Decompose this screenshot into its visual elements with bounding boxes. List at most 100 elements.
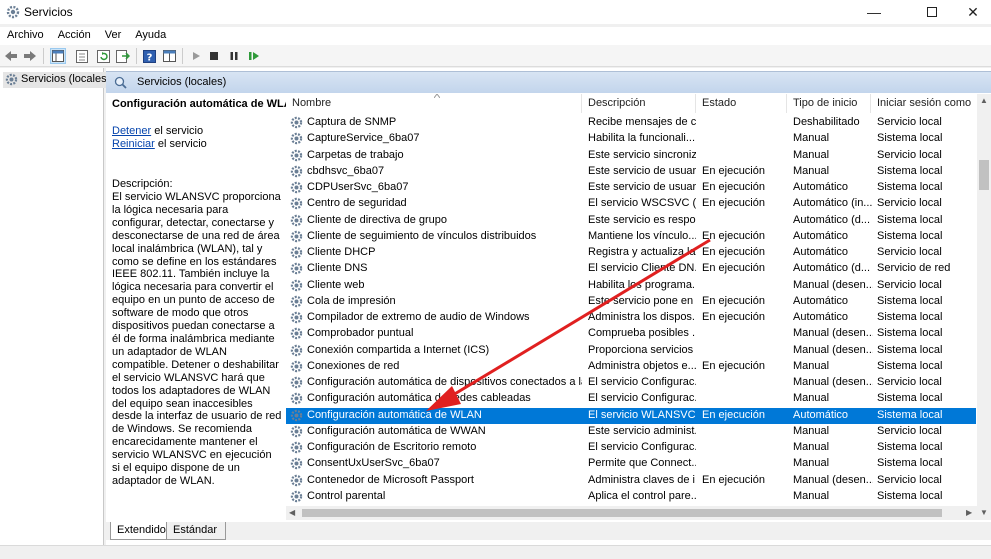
back-arrow-icon bbox=[5, 51, 17, 61]
service-row[interactable]: Contenedor de Microsoft Passport Administ… bbox=[286, 473, 976, 489]
column-header-state[interactable]: Estado bbox=[696, 94, 787, 113]
view-pane-icon bbox=[162, 50, 176, 62]
restart-service-link[interactable]: Reiniciar bbox=[112, 138, 155, 150]
service-row[interactable]: Conexión compartida a Internet (ICS) Prop… bbox=[286, 343, 976, 359]
service-details-pane: Configuración automática de WLAN Detener… bbox=[106, 94, 300, 520]
service-row[interactable]: Configuración de Escritorio remoto El ser… bbox=[286, 440, 976, 456]
restart-icon bbox=[249, 52, 259, 60]
service-name: Configuración automática de WWAN bbox=[307, 424, 486, 437]
service-row[interactable]: ConsentUxUserSvc_6ba07 Permite que Connec… bbox=[286, 456, 976, 472]
service-description: Mantiene los vínculo... bbox=[588, 229, 696, 242]
horizontal-scroll-thumb[interactable] bbox=[302, 509, 942, 517]
service-row[interactable]: Captura de SNMP Recibe mensajes de c... De… bbox=[286, 115, 976, 131]
service-state: En ejecución bbox=[702, 294, 765, 307]
properties-icon bbox=[76, 49, 88, 63]
service-row[interactable]: Conexiones de red Administra objetos e...… bbox=[286, 359, 976, 375]
service-gear-icon bbox=[290, 360, 303, 372]
close-button[interactable]: ✕ bbox=[950, 0, 991, 24]
tab-estandar[interactable]: Estándar bbox=[166, 522, 227, 540]
tree-item-servicios-locales[interactable]: Servicios (locales) bbox=[3, 72, 114, 88]
restart-service-button[interactable] bbox=[246, 48, 262, 64]
service-startup-type: Manual (desen... bbox=[793, 473, 873, 486]
service-row[interactable]: Configuración automática de redes cablea… bbox=[286, 391, 976, 407]
service-startup-type: Deshabilitado bbox=[793, 116, 860, 128]
vertical-scrollbar[interactable]: ▲ ▼ bbox=[977, 94, 991, 520]
back-button[interactable] bbox=[3, 48, 19, 64]
description-label: Descripción: bbox=[112, 178, 173, 190]
service-row[interactable]: Configuración automática de WLAN El servi… bbox=[286, 407, 976, 424]
stop-service-link[interactable]: Detener bbox=[112, 125, 151, 137]
service-logon-as: Sistema local bbox=[877, 327, 943, 340]
scroll-up-icon[interactable]: ▲ bbox=[980, 96, 988, 105]
service-row[interactable]: Control parental Aplica el control pare..… bbox=[286, 489, 976, 505]
service-logon-as: Sistema local bbox=[877, 181, 943, 193]
service-startup-type: Manual (desen... bbox=[793, 278, 873, 291]
service-logon-as: Servicio local bbox=[877, 246, 942, 258]
service-state: En ejecución bbox=[702, 164, 765, 177]
service-row[interactable]: Centro de seguridad El servicio WSCSVC (C… bbox=[286, 196, 976, 212]
refresh-button[interactable] bbox=[95, 48, 111, 64]
column-header-logon-as[interactable]: Iniciar sesión como bbox=[871, 94, 971, 113]
console-tree-icon bbox=[52, 50, 64, 62]
service-row[interactable]: cbdhsvc_6ba07 Este servicio de usuar... En… bbox=[286, 164, 976, 180]
service-startup-type: Automático bbox=[793, 408, 849, 421]
service-row[interactable]: Cliente DHCP Registra y actualiza la... En… bbox=[286, 245, 976, 261]
forward-button[interactable] bbox=[22, 48, 38, 64]
start-service-button[interactable] bbox=[188, 48, 204, 64]
service-logon-as: Sistema local bbox=[877, 229, 943, 242]
service-logon-as: Sistema local bbox=[877, 294, 943, 307]
export-list-button[interactable] bbox=[115, 48, 131, 64]
service-startup-type: Automático bbox=[793, 181, 849, 193]
service-gear-icon bbox=[290, 344, 303, 356]
service-state: En ejecución bbox=[702, 473, 765, 486]
service-description: Administra claves de i... bbox=[588, 473, 696, 486]
minimize-button[interactable]: — bbox=[851, 0, 897, 24]
service-row[interactable]: Configuración automática de WWAN Este ser… bbox=[286, 424, 976, 440]
service-name: Conexiones de red bbox=[307, 359, 400, 372]
service-row[interactable]: Comprobador puntual Comprueba posibles ..… bbox=[286, 326, 976, 342]
service-row[interactable]: Cliente web Habilita los programa... Manua… bbox=[286, 278, 976, 294]
service-gear-icon bbox=[290, 474, 303, 486]
service-description: Comprueba posibles ... bbox=[588, 327, 696, 340]
service-row[interactable]: Configuración automática de dispositivos… bbox=[286, 375, 976, 391]
service-name: Captura de SNMP bbox=[307, 116, 397, 128]
service-row[interactable]: Compilador de extremo de audio de Window… bbox=[286, 310, 976, 326]
help-button[interactable]: ? bbox=[141, 48, 157, 64]
service-name: cbdhsvc_6ba07 bbox=[307, 164, 385, 177]
service-row[interactable]: Cola de impresión Este servicio pone en .… bbox=[286, 294, 976, 310]
service-row[interactable]: Cliente de seguimiento de vínculos distr… bbox=[286, 229, 976, 245]
scroll-right-icon[interactable]: ▶ bbox=[966, 508, 972, 517]
sort-indicator-icon bbox=[434, 94, 440, 98]
service-row[interactable]: Cliente DNS El servicio Cliente DN... En e… bbox=[286, 261, 976, 277]
service-row[interactable]: Carpetas de trabajo Este servicio sincron… bbox=[286, 148, 976, 164]
vertical-scroll-thumb[interactable] bbox=[979, 160, 989, 190]
pause-service-button[interactable] bbox=[226, 48, 242, 64]
menu-archivo[interactable]: Archivo bbox=[0, 27, 51, 45]
toolbar-separator bbox=[136, 48, 137, 64]
properties-button[interactable] bbox=[74, 48, 90, 64]
service-startup-type: Manual bbox=[793, 148, 830, 161]
service-startup-type: Manual bbox=[793, 359, 830, 372]
view-button[interactable] bbox=[161, 48, 177, 64]
service-row[interactable]: CDPUserSvc_6ba07 Este servicio de usuar..… bbox=[286, 180, 976, 196]
menu-ayuda[interactable]: Ayuda bbox=[128, 27, 173, 45]
service-startup-type: Automático bbox=[793, 229, 849, 242]
service-description: El servicio Configurac... bbox=[588, 376, 696, 388]
service-name: Configuración automática de redes cablea… bbox=[307, 392, 531, 405]
maximize-button[interactable] bbox=[909, 0, 955, 24]
column-header-description[interactable]: Descripción bbox=[582, 94, 696, 113]
service-row[interactable]: CaptureService_6ba07 Habilita la funciona… bbox=[286, 131, 976, 147]
service-startup-type: Manual bbox=[793, 132, 830, 145]
menu-accion[interactable]: Acción bbox=[51, 27, 98, 45]
scroll-left-icon[interactable]: ◀ bbox=[289, 508, 295, 517]
horizontal-scrollbar[interactable]: ◀ ▶ bbox=[286, 506, 977, 520]
service-startup-type: Manual bbox=[793, 457, 830, 470]
service-row[interactable]: Cliente de directiva de grupo Este servic… bbox=[286, 213, 976, 229]
menu-ver[interactable]: Ver bbox=[98, 27, 129, 45]
show-console-tree-button[interactable] bbox=[50, 48, 66, 64]
column-header-startup-type[interactable]: Tipo de inicio bbox=[787, 94, 871, 113]
service-description: Este servicio es respo... bbox=[588, 213, 696, 226]
service-state: En ejecución bbox=[702, 246, 765, 258]
scroll-down-icon[interactable]: ▼ bbox=[980, 508, 988, 517]
stop-service-button[interactable] bbox=[206, 48, 222, 64]
